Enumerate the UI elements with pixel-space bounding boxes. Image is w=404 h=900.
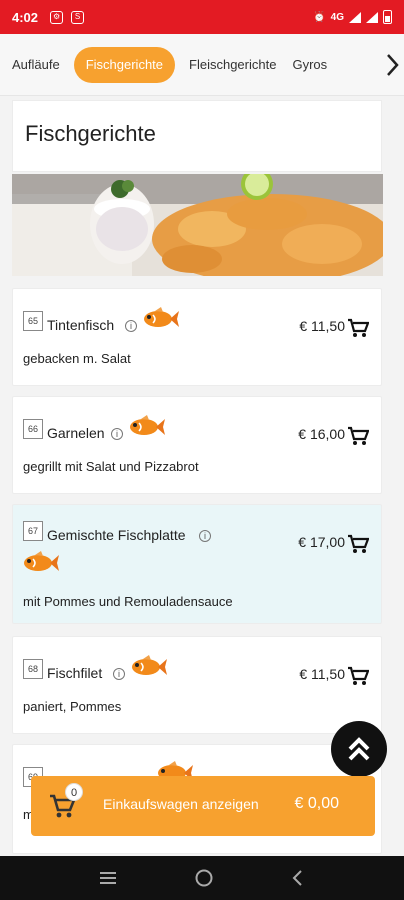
fish-icon xyxy=(127,415,165,439)
fish-icon xyxy=(21,551,59,575)
recent-apps-icon[interactable] xyxy=(98,870,118,886)
item-description: paniert, Pommes xyxy=(23,699,121,714)
info-icon[interactable]: i xyxy=(199,530,211,542)
signal-icon xyxy=(349,12,361,23)
info-icon[interactable]: i xyxy=(125,320,137,332)
item-price: € 16,00 xyxy=(298,426,345,442)
home-icon[interactable] xyxy=(194,868,214,888)
item-name: Gemischte Fischplatte xyxy=(47,527,186,543)
item-description: gebacken m. Salat xyxy=(23,351,131,366)
fish-dish-image xyxy=(12,174,383,276)
network-label: 4G xyxy=(331,12,344,23)
item-price: € 17,00 xyxy=(298,534,345,550)
view-cart-label: Einkaufswagen anzeigen xyxy=(103,796,259,812)
back-icon[interactable] xyxy=(290,869,306,887)
signal-icon-2 xyxy=(366,12,378,23)
system-nav-bar xyxy=(0,856,404,900)
scroll-to-top-button[interactable] xyxy=(331,721,387,777)
notification-icon: ⚙ xyxy=(50,11,63,24)
section-header: Fischgerichte xyxy=(12,100,382,172)
item-name: Garnelen xyxy=(47,425,105,441)
status-bar: 4:02 ⚙ S ⏰ 4G xyxy=(0,0,404,34)
info-icon[interactable]: i xyxy=(111,428,123,440)
tab-fischgerichte[interactable]: Fischgerichte xyxy=(74,47,175,83)
fish-icon xyxy=(141,307,179,331)
menu-item[interactable]: 66 Garnelen i € 16,00 gegrillt mit Salat… xyxy=(12,396,382,494)
info-icon[interactable]: i xyxy=(113,668,125,680)
view-cart-button[interactable]: Einkaufswagen anzeigen € 0,00 xyxy=(31,776,375,836)
add-to-cart-icon[interactable] xyxy=(347,426,369,446)
tab-auflaeufe[interactable]: Aufläufe xyxy=(4,47,68,83)
item-name: Fischfilet xyxy=(47,665,102,681)
add-to-cart-icon[interactable] xyxy=(347,534,369,554)
add-to-cart-icon[interactable] xyxy=(347,666,369,686)
menu-item[interactable]: 67 Gemischte Fischplatte i € 17,00 mit P… xyxy=(12,504,382,624)
fish-icon xyxy=(129,655,167,679)
item-description: mit Pommes und Remouladensauce xyxy=(23,594,233,609)
item-number: 65 xyxy=(23,311,43,331)
item-description: gegrillt mit Salat und Pizzabrot xyxy=(23,459,199,474)
item-name: Tintenfisch xyxy=(47,317,114,333)
category-tabs: Aufläufe Fischgerichte Fleischgerichte G… xyxy=(0,34,404,96)
section-title: Fischgerichte xyxy=(25,121,156,147)
item-number: 66 xyxy=(23,419,43,439)
status-time: 4:02 xyxy=(12,10,38,25)
cart-total: € 0,00 xyxy=(295,795,339,813)
alarm-icon: ⏰ xyxy=(313,12,325,23)
item-number: 67 xyxy=(23,521,43,541)
tab-fleischgerichte[interactable]: Fleischgerichte xyxy=(181,47,284,83)
cart-count-badge: 0 xyxy=(65,783,83,801)
add-to-cart-icon[interactable] xyxy=(347,318,369,338)
item-price: € 11,50 xyxy=(299,666,345,682)
tab-gyros[interactable]: Gyros xyxy=(284,47,335,83)
double-chevron-up-icon xyxy=(344,734,374,764)
menu-item[interactable]: 68 Fischfilet i € 11,50 paniert, Pommes xyxy=(12,636,382,734)
menu-item[interactable]: 65 Tintenfisch i € 11,50 gebacken m. Sal… xyxy=(12,288,382,386)
item-number: 68 xyxy=(23,659,43,679)
battery-icon xyxy=(383,10,392,24)
notification-icon-2: S xyxy=(71,11,84,24)
item-price: € 11,50 xyxy=(299,318,345,334)
chevron-right-icon[interactable] xyxy=(380,50,404,80)
